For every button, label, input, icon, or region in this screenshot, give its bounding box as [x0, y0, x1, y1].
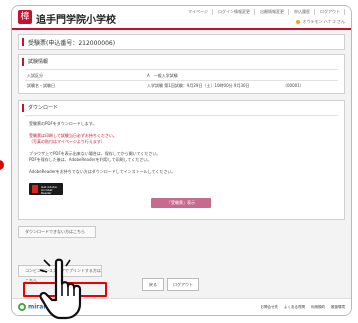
pointing-hand-icon: [39, 258, 82, 320]
link-mypage[interactable]: マイページ: [188, 9, 213, 15]
user-name: オウテモン ハナコ さん: [302, 19, 345, 24]
section-accent-bar: [22, 104, 24, 112]
link-application-info[interactable]: 出願情報変更: [260, 9, 289, 15]
exam-type-value: A 一般入学試験: [147, 73, 178, 78]
footer-link-contact[interactable]: お問合せ先: [261, 305, 279, 310]
download-text-1: 受験票のPDFをダウンロードします。: [29, 121, 97, 126]
link-history[interactable]: 申込履歴: [294, 9, 315, 15]
show-pdf-button[interactable]: 「受験票」表示: [151, 198, 211, 208]
exam-info-heading: 試験情報: [28, 59, 49, 65]
exam-type-label: 入試区分: [27, 73, 43, 78]
download-text-6: AdobeReaderをお持ちでない方はダウンロードしてインストールしてください…: [29, 169, 176, 174]
miraicompass-icon: [18, 303, 26, 311]
adobe-label: Get Adobe Acrobat Reader: [41, 185, 57, 195]
site-header: 樟 追手門学院小学校 マイページ ログイン情報変更 出願情報変更 申込履歴 ログ…: [12, 6, 351, 30]
page-title: 受験票(申込番号：212000006): [28, 40, 116, 47]
divider: [25, 80, 338, 81]
download-heading: ダウンロード: [28, 105, 59, 111]
exam-name-label: 試験名・試験日: [27, 83, 55, 88]
download-help-button[interactable]: ダウンロードできない方はこちら: [18, 226, 96, 238]
header-links: マイページ ログイン情報変更 出願情報変更 申込履歴 ログアウト: [188, 9, 345, 15]
user-icon: [296, 20, 301, 24]
exam-name-value: 入学試験 第1回試験：9月29日（土）10時00分 9月30日: [147, 83, 250, 88]
link-logout[interactable]: ログアウト: [320, 9, 345, 15]
title-accent-bar: [22, 38, 24, 46]
back-button[interactable]: 戻る: [142, 278, 164, 291]
school-name: 追手門学院小学校: [36, 15, 116, 26]
red-marker-dot: [0, 160, 4, 170]
section-accent-bar: [22, 58, 24, 66]
divider: [25, 115, 338, 116]
adobe-pdf-icon: [32, 185, 38, 193]
footer-links: お問合せ先 よくある質問 利用規約 推奨環境: [261, 305, 346, 310]
footer-link-terms[interactable]: 利用規約: [311, 305, 325, 310]
user-info: オウテモン ハナコ さん: [296, 19, 345, 25]
page-title-bar: 受験票(申込番号：212000006): [18, 34, 345, 50]
divider: [25, 69, 338, 70]
download-text-5: PDFを保存した後は、AdobeReaderを利用して印刷してください。: [29, 157, 152, 162]
download-text-3: （写真の貼付はマイページより行えます）: [29, 139, 105, 144]
footer-link-faq[interactable]: よくある質問: [284, 305, 305, 310]
download-section: ダウンロード 受験票のPDFをダウンロードします。 受験票は印刷して試験当日必ず…: [18, 100, 345, 220]
school-logo-icon: 樟: [18, 10, 32, 24]
exam-code: （00001）: [283, 83, 304, 88]
exam-info-section: 試験情報 入試区分 A 一般入学試験 試験名・試験日 入学試験 第1回試験：9月…: [18, 54, 345, 94]
footer-link-env[interactable]: 推奨環境: [331, 305, 345, 310]
adobe-reader-badge[interactable]: Get Adobe Acrobat Reader: [29, 183, 63, 195]
link-login-info[interactable]: ログイン情報変更: [218, 9, 255, 15]
logout-button[interactable]: ログアウト: [167, 278, 199, 291]
